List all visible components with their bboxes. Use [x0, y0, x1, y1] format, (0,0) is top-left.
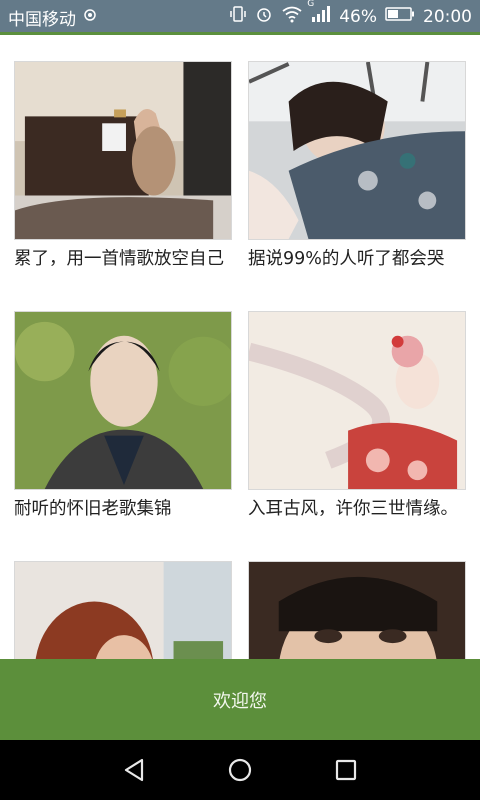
vibrate-icon	[229, 5, 247, 28]
playlist-thumbnail[interactable]	[248, 61, 466, 240]
navigation-bar	[0, 740, 480, 800]
playlist-card[interactable]: 据说99%的人听了都会哭	[248, 61, 466, 272]
battery-percent: 46%	[339, 6, 377, 27]
playlist-title[interactable]: 累了，用一首情歌放空自己	[14, 246, 232, 272]
playlist-card[interactable]	[14, 561, 232, 659]
playlist-thumbnail[interactable]	[14, 311, 232, 490]
playlist-card[interactable]: 耐听的怀旧老歌集锦	[14, 311, 232, 522]
battery-icon	[385, 6, 415, 27]
playlist-thumbnail[interactable]	[248, 561, 466, 659]
playlist-title[interactable]: 耐听的怀旧老歌集锦	[14, 496, 232, 522]
network-type-label: G	[307, 0, 315, 9]
playlist-card[interactable]	[248, 561, 466, 659]
carrier-label: 中国移动	[8, 10, 76, 30]
welcome-label: 欢迎您	[213, 690, 267, 712]
back-icon[interactable]	[118, 754, 150, 786]
status-bar: 中国移动 G 46% 20:00	[0, 0, 480, 32]
playlist-grid[interactable]: 累了，用一首情歌放空自己 据说99%的人听了都会哭 耐听的怀旧老歌集锦 入耳古风…	[0, 35, 480, 659]
clock: 20:00	[423, 6, 472, 27]
home-icon[interactable]	[224, 754, 256, 786]
playlist-card[interactable]: 入耳古风，许你三世情缘。	[248, 311, 466, 522]
playlist-thumbnail[interactable]	[14, 61, 232, 240]
playlist-card[interactable]: 累了，用一首情歌放空自己	[14, 61, 232, 272]
playlist-title[interactable]: 入耳古风，许你三世情缘。	[248, 496, 466, 522]
playlist-thumbnail[interactable]	[248, 311, 466, 490]
signal-icon: G	[307, 0, 331, 28]
alarm-icon	[255, 5, 273, 28]
playlist-thumbnail[interactable]	[14, 561, 232, 659]
wifi-icon	[281, 5, 303, 28]
playlist-title[interactable]: 据说99%的人听了都会哭	[248, 246, 466, 272]
hotspot-icon	[82, 7, 98, 28]
welcome-button[interactable]: 欢迎您	[0, 659, 480, 740]
recents-icon[interactable]	[330, 754, 362, 786]
